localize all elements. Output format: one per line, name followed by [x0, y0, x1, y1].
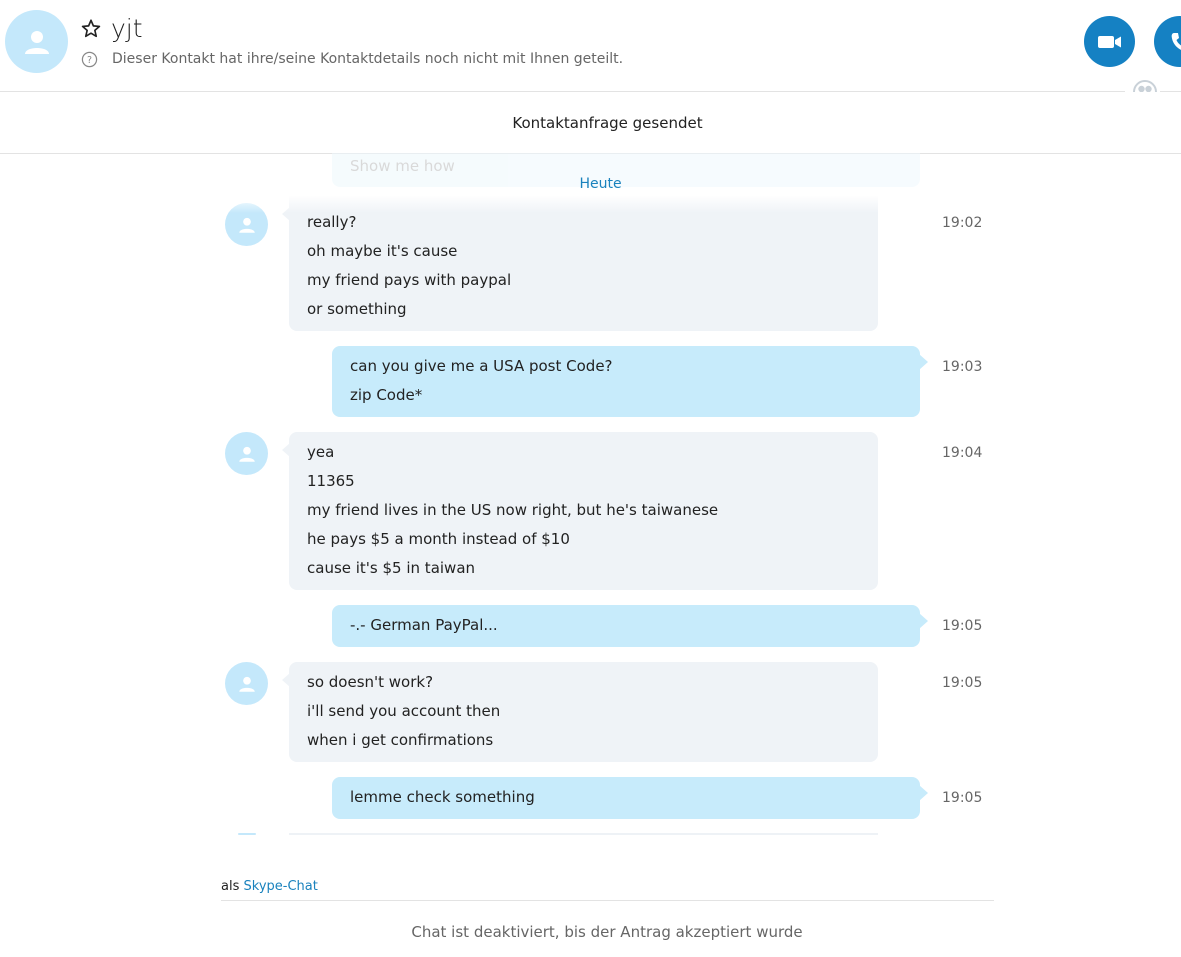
message-line: when i get confirmations [307, 731, 494, 749]
star-icon[interactable] [80, 18, 102, 40]
message-line: oh maybe it's cause [307, 242, 458, 260]
message-time: 19:02 [942, 215, 983, 231]
contact-request-banner: Kontaktanfrage gesendet [0, 92, 1181, 154]
contact-avatar[interactable] [5, 10, 68, 73]
message-line: he pays $5 a month instead of $10 [307, 530, 570, 548]
request-status: Kontaktanfrage gesendet [512, 113, 703, 132]
avatar-icon [238, 217, 255, 233]
message-line: my friend pays with paypal [307, 271, 512, 289]
contact-avatar-small[interactable] [225, 432, 268, 475]
contact-notice: Dieser Kontakt hat ihre/seine Kontaktdet… [112, 51, 624, 67]
contact-name[interactable]: yjt [111, 14, 143, 43]
message-line: zip Code* [350, 386, 423, 404]
message-line: lemme check something [350, 788, 535, 806]
chat-type-label: als Skype-Chat [221, 879, 318, 894]
message-time: 19:04 [942, 445, 983, 461]
avatar-icon [238, 676, 255, 692]
chat-header: yjt ? Dieser Kontakt hat ihre/seine Kont… [0, 0, 1181, 91]
contact-avatar-small[interactable] [225, 662, 268, 705]
avatar-icon [238, 446, 255, 462]
day-separator: Heute [579, 176, 622, 192]
footer-divider [221, 900, 994, 901]
message-line: can you give me a USA post Code? [350, 357, 613, 375]
message-bubble-outgoing[interactable]: can you give me a USA post Code? zip Cod… [332, 346, 928, 417]
scroll-fade [200, 195, 1000, 213]
chat-disabled-notice: Chat ist deaktiviert, bis der Antrag akz… [411, 923, 803, 941]
next-message-cutoff [289, 833, 878, 835]
video-call-button[interactable] [1084, 16, 1135, 67]
message-line: my friend lives in the US now right, but… [307, 501, 719, 519]
message-line: yea [307, 443, 335, 461]
avatar-icon [24, 30, 49, 54]
help-icon[interactable]: ? [81, 51, 98, 68]
message-bubble-outgoing[interactable]: -.- German PayPal... [332, 605, 928, 647]
message-bubble-incoming[interactable]: so doesn't work? i'll send you account t… [282, 662, 878, 762]
message-time: 19:05 [942, 790, 983, 806]
message-line: 11365 [307, 472, 355, 490]
message-line: so doesn't work? [307, 673, 434, 691]
video-call-icon [1097, 35, 1121, 48]
message-time: 19:05 [942, 618, 983, 634]
phone-icon [1171, 32, 1181, 50]
message-time: 19:05 [942, 675, 983, 691]
message-line: or something [307, 300, 407, 318]
message-bubble-incoming[interactable]: really? oh maybe it's cause my friend pa… [282, 196, 878, 331]
message-bubble-outgoing[interactable]: lemme check something [332, 777, 928, 819]
message-time: 19:03 [942, 359, 983, 375]
message-line: i'll send you account then [307, 702, 501, 720]
next-avatar-cutoff [238, 833, 256, 835]
svg-text:?: ? [87, 55, 92, 66]
message-bubble-incoming[interactable]: yea 11365 my friend lives in the US now … [282, 432, 878, 590]
skype-chat-link[interactable]: Skype-Chat [244, 879, 318, 894]
message-line: -.- German PayPal... [350, 616, 498, 634]
audio-call-button[interactable] [1154, 16, 1181, 67]
message-line: cause it's $5 in taiwan [307, 559, 476, 577]
